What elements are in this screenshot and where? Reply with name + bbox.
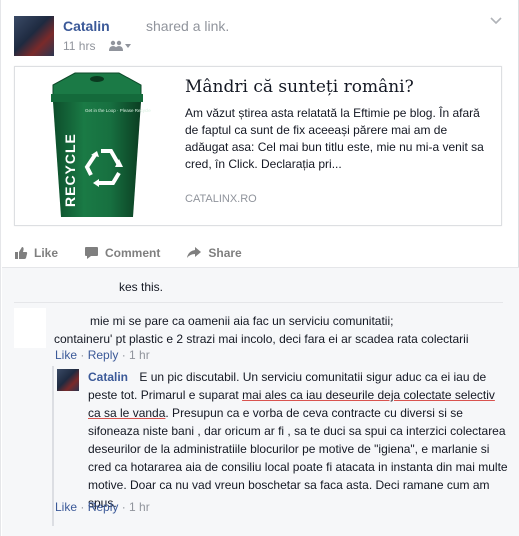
post-action-text: shared a link. [146, 18, 230, 34]
reply-time[interactable]: 1 hr [129, 500, 150, 514]
comment-time[interactable]: 1 hr [129, 348, 150, 362]
like-button[interactable]: Like [14, 246, 58, 260]
comment-icon [85, 247, 99, 259]
reply-avatar[interactable] [57, 369, 79, 391]
comment-line-2: containeru' pt plastic e 2 strazi mai in… [54, 332, 469, 346]
comment-reply-link[interactable]: Reply [88, 348, 119, 362]
thumbs-up-icon [15, 247, 28, 259]
bin-label: RECYCLE [62, 133, 78, 207]
link-preview[interactable]: Get in the Loop · Please Recycle RECYCLE… [14, 66, 502, 226]
comment-meta: Like · Reply · 1 hr [55, 348, 150, 362]
link-thumbnail[interactable]: Get in the Loop · Please Recycle RECYCLE [15, 67, 175, 225]
author-name[interactable]: Catalin [63, 18, 110, 34]
comment-text: mie mi se pare ca oamenii aia fac un ser… [54, 312, 514, 348]
comment-line-1: mie mi se pare ca oamenii aia fac un ser… [90, 314, 394, 328]
chevron-down-icon[interactable] [489, 16, 503, 26]
reply-like-link[interactable]: Like [55, 500, 77, 514]
comment-label: Comment [105, 246, 161, 260]
comment-like-link[interactable]: Like [55, 348, 77, 362]
comment-button[interactable]: Comment [84, 246, 160, 260]
reply-author[interactable]: Catalin [88, 370, 128, 384]
post-card: Catalin shared a link. 11 hrs Get in the… [0, 0, 519, 536]
likes-summary[interactable]: kes this. [119, 280, 163, 294]
share-icon [187, 247, 202, 258]
comment-avatar-redacted [14, 308, 46, 348]
recycle-bin-image: Get in the Loop · Please Recycle RECYCLE [51, 72, 151, 217]
like-label: Like [34, 246, 59, 260]
link-domain: CATALINX.RO [185, 193, 257, 205]
reply-meta: Like · Reply · 1 hr [55, 500, 150, 514]
reply-text: Catalin E un pic discutabil. Un serviciu… [88, 368, 508, 512]
bin-small-text: Get in the Loop · Please Recycle [85, 108, 151, 113]
divider [14, 302, 503, 303]
author-avatar[interactable] [14, 16, 54, 56]
link-description: Am văzut știrea asta relatată la Eftimie… [185, 106, 484, 171]
post-time[interactable]: 11 hrs [63, 39, 95, 53]
reply-text-part-b: . Presupun ca e vorba de ceva contracte … [88, 406, 508, 510]
share-button[interactable]: Share [186, 246, 242, 260]
audience-friends-icon[interactable] [109, 40, 133, 52]
share-label: Share [208, 246, 242, 260]
link-title[interactable]: Mândri că sunteți români? [185, 77, 493, 97]
post-actions-bar: Like Comment Share [14, 244, 268, 262]
reply-reply-link[interactable]: Reply [88, 500, 119, 514]
comments-section: kes this. mie mi se pare ca oamenii aia … [2, 267, 519, 536]
